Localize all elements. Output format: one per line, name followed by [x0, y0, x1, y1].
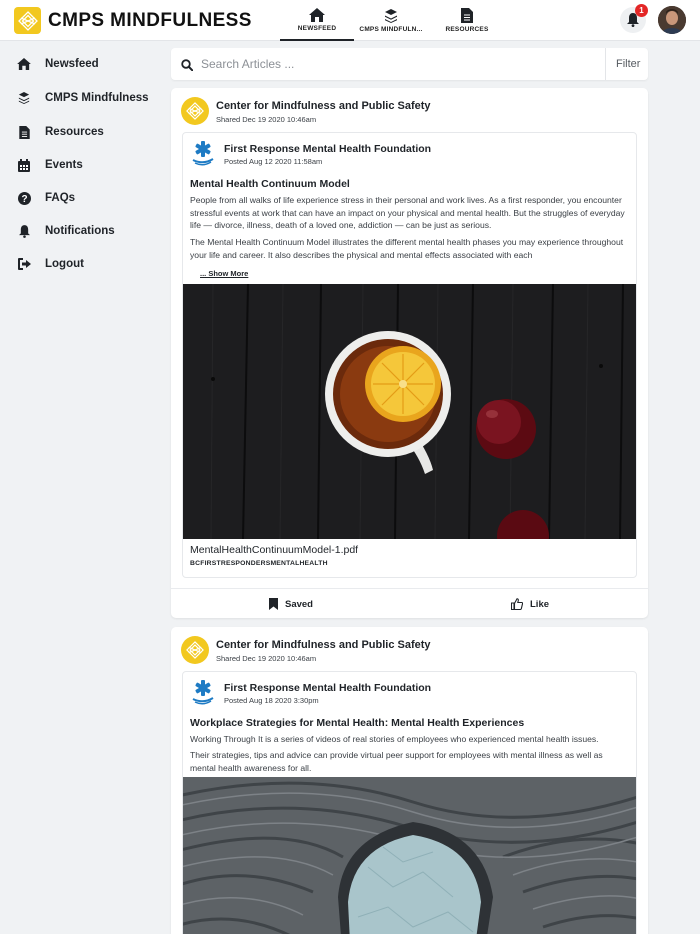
saved-button[interactable]: Saved: [269, 589, 313, 618]
question-icon: ?: [17, 191, 31, 205]
svg-text:?: ?: [21, 194, 27, 205]
bookmark-icon: [269, 598, 278, 610]
article-paragraph: Working Through It is a series of videos…: [190, 734, 599, 744]
search-input[interactable]: Search Articles ...: [201, 57, 294, 71]
notification-count-badge: 1: [635, 4, 648, 17]
document-icon: [461, 8, 473, 23]
article-posted-date: Posted Aug 12 2020 11:58am: [224, 157, 323, 166]
show-more-link[interactable]: ... Show More: [200, 269, 248, 278]
star-of-life-icon: [191, 679, 215, 705]
article-posted-date: Posted Aug 18 2020 3:30pm: [224, 696, 319, 705]
star-of-life-icon: [191, 140, 215, 166]
sidebar-item-newsfeed[interactable]: Newsfeed: [17, 54, 99, 74]
post-org-name[interactable]: Center for Mindfulness and Public Safety: [216, 639, 431, 651]
sidebar-item-resources[interactable]: Resources: [17, 122, 104, 142]
shared-article[interactable]: First Response Mental Health Foundation …: [182, 671, 637, 934]
post-card: Center for Mindfulness and Public Safety…: [171, 88, 648, 618]
article-source-name: First Response Mental Health Foundation: [224, 143, 432, 155]
home-icon: [309, 7, 325, 22]
attachment-file-name[interactable]: MentalHealthContinuumModel-1.pdf: [190, 544, 358, 556]
article-image: [183, 284, 636, 539]
tab-cmps-mindfulness[interactable]: CMPS MINDFULN...: [356, 0, 426, 41]
calendar-icon: [17, 158, 31, 172]
article-paragraph: The Mental Health Continuum Model illust…: [190, 237, 624, 260]
sidebar-item-notifications[interactable]: Notifications: [17, 221, 115, 241]
post-actions: Saved Like: [171, 588, 648, 618]
article-image: [183, 777, 636, 934]
article-title: Mental Health Continuum Model: [190, 178, 350, 190]
tab-resources[interactable]: RESOURCES: [440, 0, 494, 41]
user-avatar[interactable]: [658, 6, 686, 34]
article-source-name: First Response Mental Health Foundation: [224, 682, 432, 694]
search-divider: [605, 48, 606, 80]
sidebar-item-cmps-mindfulness[interactable]: CMPS Mindfulness: [17, 88, 149, 108]
shared-article[interactable]: First Response Mental Health Foundation …: [182, 132, 637, 578]
search-bar: Search Articles ... Filter: [171, 48, 648, 80]
article-paragraph: People from all walks of life experience…: [190, 195, 625, 230]
post-card: Center for Mindfulness and Public Safety…: [171, 627, 648, 934]
sidebar-item-logout[interactable]: Logout: [17, 254, 84, 274]
home-icon: [17, 57, 31, 71]
org-logo-icon: [181, 636, 209, 664]
document-icon: [17, 125, 31, 139]
org-logo-icon: [181, 97, 209, 125]
search-icon: [181, 58, 194, 76]
app-brand: CMPS MINDFULNESS: [48, 10, 252, 31]
layers-icon: [385, 8, 397, 23]
like-button[interactable]: Like: [511, 589, 549, 618]
filter-button[interactable]: Filter: [616, 58, 640, 70]
lotus-diamond-icon[interactable]: [14, 7, 41, 34]
thumbs-up-icon: [511, 598, 523, 610]
post-org-name[interactable]: Center for Mindfulness and Public Safety: [216, 100, 431, 112]
post-shared-date: Shared Dec 19 2020 10:46am: [216, 654, 317, 663]
tab-newsfeed[interactable]: NEWSFEED: [280, 0, 354, 41]
sidebar-item-faqs[interactable]: ? FAQs: [17, 188, 75, 208]
logout-icon: [17, 257, 31, 271]
attachment-tag: BCFIRSTRESPONDERSMENTALHEALTH: [190, 560, 328, 567]
layers-icon: [17, 91, 31, 105]
article-title: Workplace Strategies for Mental Health: …: [190, 717, 525, 729]
sidebar-item-events[interactable]: Events: [17, 155, 83, 175]
bell-icon: [17, 224, 31, 238]
post-shared-date: Shared Dec 19 2020 10:46am: [216, 115, 317, 124]
article-paragraph: Their strategies, tips and advice can pr…: [190, 750, 603, 773]
top-bar: CMPS MINDFULNESS NEWSFEED CMPS MINDFULN.…: [0, 0, 700, 41]
